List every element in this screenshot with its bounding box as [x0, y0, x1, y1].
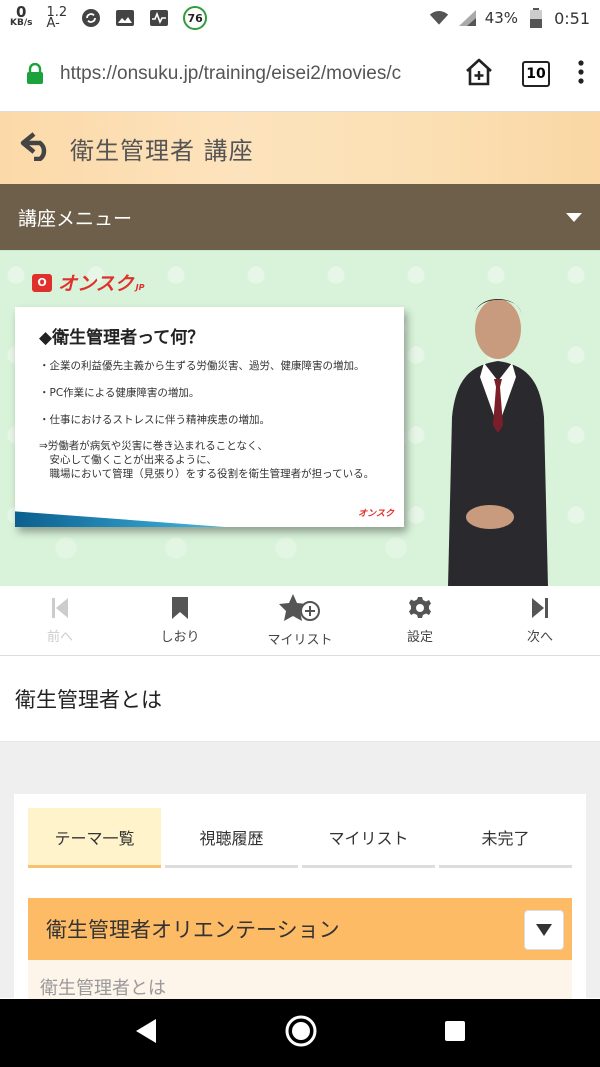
gear-icon	[409, 597, 431, 618]
home-circle-icon[interactable]	[285, 1015, 317, 1051]
chapter-accordion[interactable]: 衛生管理者オリエンテーション	[28, 898, 572, 960]
recents-square-icon[interactable]	[444, 1020, 466, 1046]
course-menu-toggle[interactable]: 講座メニュー	[0, 184, 600, 250]
wifi-icon	[429, 8, 449, 28]
slide-footer-band	[15, 511, 225, 527]
brand-text: オンスク JP	[58, 273, 145, 295]
brand-mark-icon: O	[32, 273, 52, 292]
next-button[interactable]: 次へ	[480, 586, 600, 655]
chevron-down-icon	[566, 212, 582, 222]
bookmark-icon	[172, 597, 188, 619]
player-controls: 前へ しおり マイリスト 設定 次へ	[0, 586, 600, 656]
more-menu-icon[interactable]	[578, 59, 584, 88]
text-size-bottom: A-	[46, 16, 60, 31]
skip-previous-icon	[52, 598, 68, 618]
prev-label: 前へ	[46, 630, 73, 645]
prev-button[interactable]: 前へ	[0, 586, 120, 655]
lecture-slide: ◆衛生管理者って何？ ・企業の利益優先主義から生ずる労働災害、過労、健康障害の増…	[15, 307, 404, 527]
bookmark-button[interactable]: しおり	[120, 586, 240, 655]
url-field[interactable]: https://onsuku.jp/training/eisei2/movies…	[60, 63, 425, 85]
list-item[interactable]: 衛生管理者とは	[28, 960, 572, 1000]
settings-label: 設定	[406, 630, 433, 645]
slide-conclusion-line: 安心して働くことが出来るように、	[39, 454, 217, 466]
tab-switcher-button[interactable]: 10	[522, 60, 550, 87]
next-label: 次へ	[526, 630, 553, 645]
battery-percent: 43%	[484, 9, 519, 27]
mylist-button[interactable]: マイリスト	[240, 586, 360, 655]
network-speed-value: 0	[16, 3, 27, 21]
image-icon	[115, 8, 135, 28]
course-menu-label: 講座メニュー	[18, 207, 133, 230]
brand-logo: O オンスク JP	[32, 269, 144, 296]
chapter-title: 衛生管理者オリエンテーション	[46, 918, 340, 942]
course-header: 衛生管理者 講座	[0, 112, 600, 184]
slide-logo: オンスク	[358, 509, 394, 519]
slide-line: ・PC作業による健康障害の増加。	[39, 387, 200, 399]
slide-conclusion-line: 職場において管理（見張り）をする役割を衛生管理者が担っている。	[39, 468, 375, 480]
slide-line: ・仕事におけるストレスに伴う精神疾患の増加。	[39, 414, 270, 426]
slide-footer: オンスク	[15, 497, 404, 527]
home-add-icon[interactable]	[464, 57, 494, 91]
accordion-toggle-button[interactable]	[524, 910, 564, 950]
network-speed-unit: KB/s	[10, 18, 33, 28]
settings-button[interactable]: 設定	[360, 586, 480, 655]
lock-icon	[26, 62, 44, 85]
battery-icon	[526, 8, 546, 28]
video-player[interactable]: O オンスク JP ◆衛生管理者って何？ ・企業の利益優先主義から生ずる労働災害、…	[0, 250, 600, 586]
slide-title: ◆衛生管理者って何？	[39, 328, 205, 348]
mylist-label: マイリスト	[267, 633, 333, 648]
status-bar: 0 KB/s 1.2 A- 76 43% 0:51	[0, 0, 600, 36]
browser-toolbar: https://onsuku.jp/training/eisei2/movies…	[0, 36, 600, 112]
bookmark-label: しおり	[160, 630, 200, 645]
notification-badge: 76	[183, 6, 208, 30]
slide-conclusion-line: ⇒労働者が病気や災害に巻き込まれることなく、	[39, 440, 268, 452]
star-add-icon	[279, 594, 320, 621]
sync-icon	[81, 8, 101, 28]
skip-next-icon	[532, 598, 548, 618]
tab-incomplete[interactable]: 未完了	[439, 808, 572, 868]
clock: 0:51	[554, 8, 590, 28]
lesson-list-card: テーマ一覧 視聴履歴 マイリスト 未完了 衛生管理者オリエンテーション 衛生管理…	[14, 794, 586, 1000]
tab-mylist[interactable]: マイリスト	[302, 808, 435, 868]
tab-history[interactable]: 視聴履歴	[165, 808, 298, 868]
system-nav-bar	[0, 999, 600, 1067]
back-triangle-icon[interactable]	[134, 1018, 158, 1048]
text-size-indicator: 1.2 A-	[46, 6, 67, 31]
signal-icon	[457, 8, 477, 28]
back-arrow-icon[interactable]	[20, 131, 54, 165]
slide-line: ・企業の利益優先主義から生ずる労働災害、過労、健康障害の増加。	[39, 360, 365, 372]
lesson-list-section: テーマ一覧 視聴履歴 マイリスト 未完了 衛生管理者オリエンテーション 衛生管理…	[0, 742, 600, 1000]
network-speed: 0 KB/s	[10, 3, 33, 29]
tab-bar: テーマ一覧 視聴履歴 マイリスト 未完了	[28, 808, 572, 868]
activity-icon	[149, 8, 169, 28]
course-title: 衛生管理者 講座	[70, 136, 254, 165]
lesson-title: 衛生管理者とは	[0, 656, 600, 742]
presenter-figure	[428, 287, 568, 586]
tab-theme-list[interactable]: テーマ一覧	[28, 808, 161, 868]
